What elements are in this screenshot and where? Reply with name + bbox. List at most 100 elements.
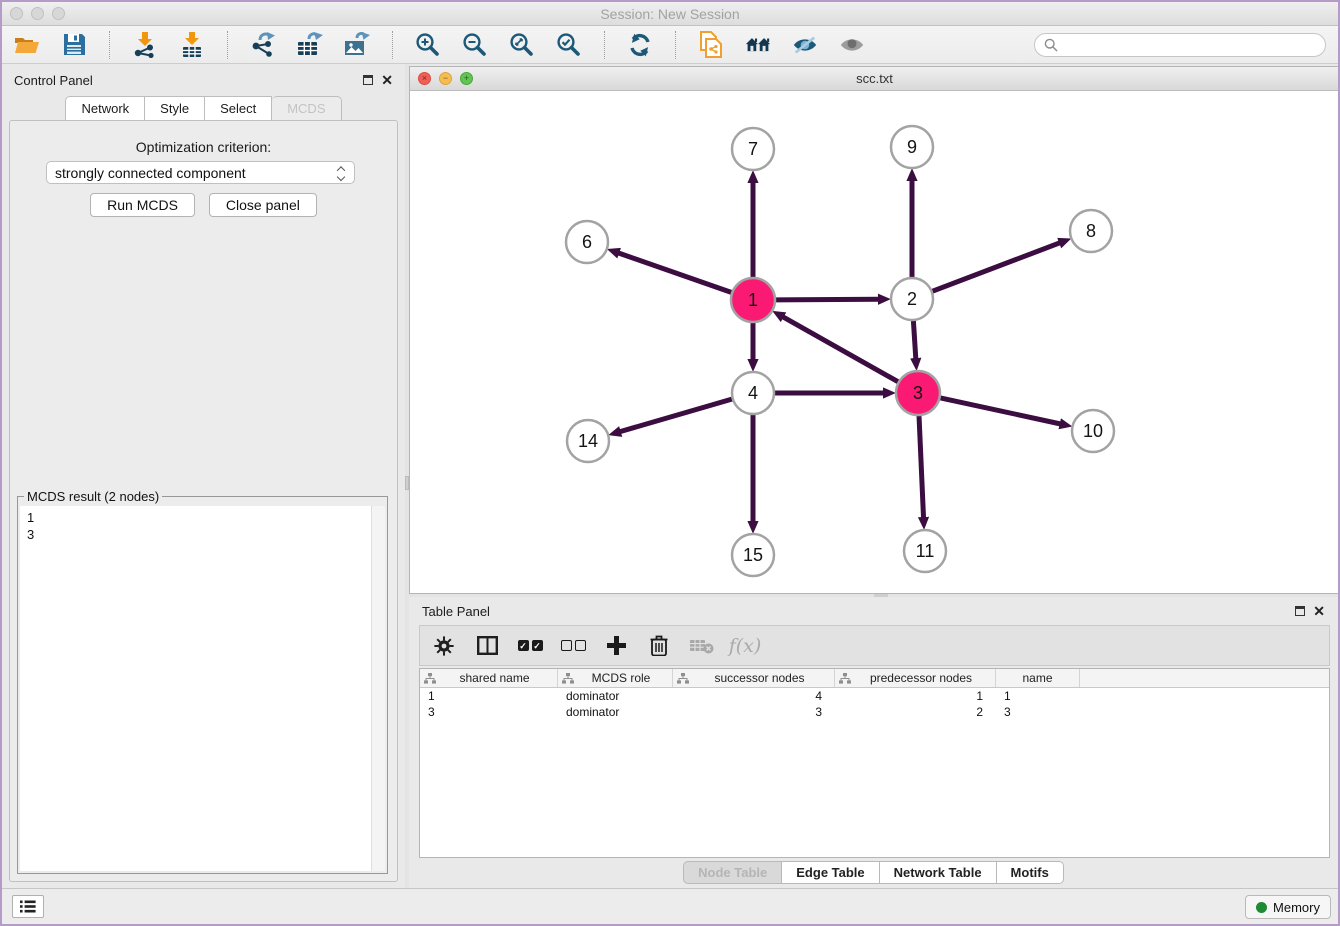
float-panel-icon[interactable]: [363, 75, 373, 85]
cell-name[interactable]: 3: [996, 704, 1080, 720]
first-neighbors-icon[interactable]: [745, 32, 771, 58]
network-window-title: scc.txt: [410, 71, 1339, 86]
cell-successor-nodes[interactable]: 4: [673, 688, 835, 704]
control-panel-title: Control Panel: [14, 73, 93, 88]
search-input[interactable]: [1063, 36, 1316, 53]
table-panel: Table Panel ✕ ✓✓: [409, 597, 1338, 888]
delete-column-icon[interactable]: [647, 634, 671, 658]
cell-mcds-role[interactable]: dominator: [558, 688, 673, 704]
toolbar-separator: [392, 31, 393, 59]
table-toolbar: ✓✓ f(x): [419, 625, 1330, 666]
export-table-icon[interactable]: [297, 32, 323, 58]
search-box[interactable]: [1034, 33, 1326, 57]
network-window: × − + scc.txt 7968124314101511: [409, 66, 1340, 594]
column-header-shared-name[interactable]: shared name: [420, 669, 558, 687]
export-network-icon[interactable]: [250, 32, 276, 58]
result-scrollbar[interactable]: [371, 506, 385, 871]
close-panel-icon[interactable]: ✕: [381, 73, 393, 87]
cell-shared-name[interactable]: 3: [420, 704, 558, 720]
task-history-button[interactable]: [12, 895, 44, 918]
cell-mcds-role[interactable]: dominator: [558, 704, 673, 720]
memory-status-dot: [1256, 902, 1267, 913]
tab-node-table[interactable]: Node Table: [683, 861, 782, 884]
zoom-out-icon[interactable]: [462, 32, 488, 58]
import-network-icon[interactable]: [132, 32, 158, 58]
dropdown-stepper-icon: [338, 166, 344, 180]
main-titlebar: Session: New Session: [2, 2, 1338, 26]
column-header-mcds-role[interactable]: MCDS role: [558, 669, 673, 687]
list-icon: [20, 900, 36, 913]
close-panel-icon[interactable]: ✕: [1313, 604, 1325, 618]
node-label-3: 3: [913, 383, 923, 403]
cell-predecessor-nodes[interactable]: 2: [835, 704, 996, 720]
tab-network[interactable]: Network: [65, 96, 145, 121]
edge-1-2[interactable]: [776, 299, 879, 300]
cell-shared-name[interactable]: 1: [420, 688, 558, 704]
tab-mcds[interactable]: MCDS: [272, 96, 341, 121]
function-builder-icon[interactable]: f(x): [733, 634, 757, 658]
edge-2-8[interactable]: [933, 243, 1061, 291]
cell-name[interactable]: 1: [996, 688, 1080, 704]
delete-table-icon[interactable]: [690, 634, 714, 658]
node-label-15: 15: [743, 545, 763, 565]
create-column-icon[interactable]: [604, 634, 628, 658]
show-column-panel-icon[interactable]: [475, 634, 499, 658]
control-panel: Control Panel ✕ NetworkStyleSelectMCDS O…: [2, 64, 405, 888]
mcds-result-text: 1 3: [20, 506, 371, 871]
mcds-result-title: MCDS result (2 nodes): [24, 489, 162, 504]
node-label-11: 11: [916, 541, 935, 561]
clone-network-icon[interactable]: [698, 32, 724, 58]
optimization-criterion-select[interactable]: strongly connected component: [46, 161, 355, 184]
edge-1-6[interactable]: [618, 253, 731, 293]
save-session-icon[interactable]: [61, 32, 87, 58]
zoom-fit-icon[interactable]: [509, 32, 535, 58]
cell-successor-nodes[interactable]: 3: [673, 704, 835, 720]
float-panel-icon[interactable]: [1295, 606, 1305, 616]
column-header-name[interactable]: name: [996, 669, 1080, 687]
node-label-9: 9: [907, 137, 917, 157]
memory-button[interactable]: Memory: [1245, 895, 1331, 919]
tab-motifs[interactable]: Motifs: [997, 861, 1064, 884]
network-window-titlebar: × − + scc.txt: [410, 67, 1339, 91]
table-settings-gear-icon[interactable]: [432, 634, 456, 658]
run-mcds-button[interactable]: Run MCDS: [90, 193, 195, 217]
select-all-columns-icon[interactable]: ✓✓: [518, 634, 542, 658]
table-row[interactable]: 1dominator411: [420, 688, 1329, 704]
node-label-4: 4: [748, 383, 758, 403]
edge-3-1[interactable]: [783, 317, 898, 382]
column-header-successor-nodes[interactable]: successor nodes: [673, 669, 835, 687]
refresh-view-icon[interactable]: [627, 32, 653, 58]
tab-edge-table[interactable]: Edge Table: [782, 861, 879, 884]
show-all-icon[interactable]: [839, 32, 865, 58]
unselect-all-columns-icon[interactable]: [561, 634, 585, 658]
tab-network-table[interactable]: Network Table: [880, 861, 997, 884]
network-canvas[interactable]: 7968124314101511: [410, 91, 1339, 593]
memory-label: Memory: [1273, 900, 1320, 915]
table-row[interactable]: 3dominator323: [420, 704, 1329, 720]
toolbar-separator: [227, 31, 228, 59]
edge-3-11[interactable]: [919, 416, 924, 518]
node-label-14: 14: [578, 431, 598, 451]
hide-selected-icon[interactable]: [792, 32, 818, 58]
column-header-predecessor-nodes[interactable]: predecessor nodes: [835, 669, 996, 687]
import-table-icon[interactable]: [179, 32, 205, 58]
column-type-icon: [839, 673, 851, 684]
edge-3-10[interactable]: [940, 398, 1060, 424]
export-image-icon[interactable]: [344, 32, 370, 58]
zoom-in-icon[interactable]: [415, 32, 441, 58]
mcds-result-groupbox: MCDS result (2 nodes) 1 3: [17, 496, 388, 874]
close-panel-button[interactable]: Close panel: [209, 193, 317, 217]
main-toolbar: [2, 26, 1338, 64]
open-session-icon[interactable]: [14, 32, 40, 58]
node-label-6: 6: [582, 232, 592, 252]
edge-2-3[interactable]: [913, 321, 915, 359]
node-label-10: 10: [1083, 421, 1103, 441]
app-window: Session: New Session: [0, 0, 1340, 926]
tab-style[interactable]: Style: [145, 96, 205, 121]
window-title: Session: New Session: [2, 6, 1338, 22]
tab-select[interactable]: Select: [205, 96, 272, 121]
edge-4-14[interactable]: [620, 399, 732, 432]
control-panel-tabs: NetworkStyleSelectMCDS: [2, 96, 405, 121]
cell-predecessor-nodes[interactable]: 1: [835, 688, 996, 704]
zoom-selected-icon[interactable]: [556, 32, 582, 58]
